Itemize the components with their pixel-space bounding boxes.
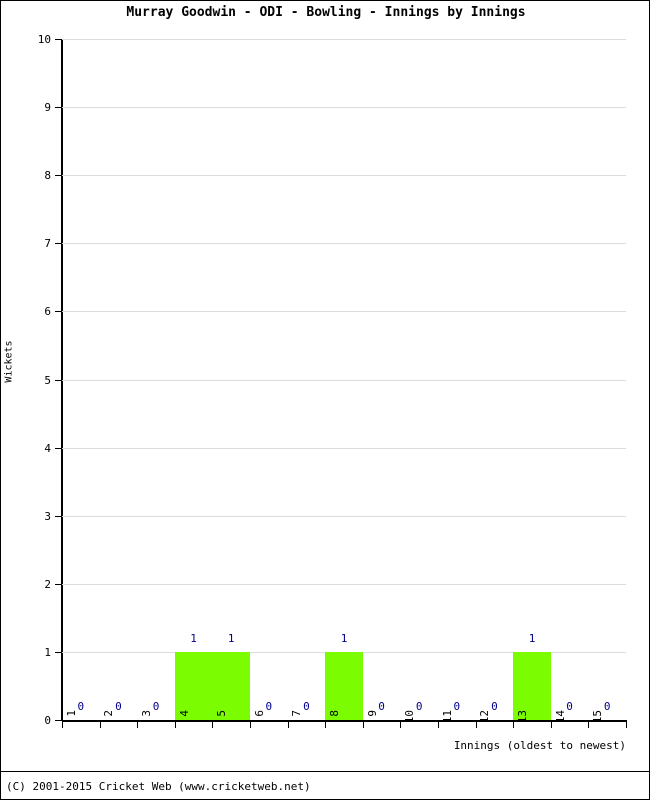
y-tick-mark — [55, 720, 62, 721]
y-tick-mark — [55, 379, 62, 381]
gridline — [62, 175, 626, 177]
plot-area: 000110010000100 — [62, 39, 626, 720]
x-tick-mark — [287, 722, 289, 728]
y-tick-mark — [55, 651, 62, 653]
x-tick-mark — [513, 722, 515, 728]
x-tick-mark — [588, 722, 590, 728]
gridlines — [62, 39, 626, 720]
y-tick-label: 1 — [44, 645, 51, 659]
footer-separator — [1, 771, 649, 772]
x-tick-mark — [362, 722, 364, 728]
y-tick-label: 9 — [44, 101, 51, 115]
x-tick-label: 3 — [140, 710, 153, 717]
x-tick-mark — [174, 722, 176, 728]
y-tick-label: 5 — [44, 373, 51, 387]
x-tick-label: 7 — [290, 710, 304, 717]
y-tick-label: 8 — [44, 169, 51, 183]
y-tick-mark — [55, 175, 62, 177]
gridline — [62, 447, 626, 449]
x-tick-mark — [137, 722, 139, 728]
x-tick-mark — [62, 722, 63, 728]
y-tick-label: 10 — [37, 33, 51, 46]
y-tick-label: 3 — [44, 509, 51, 523]
chart-title: Murray Goodwin - ODI - Bowling - Innings… — [126, 5, 526, 20]
x-tick-mark — [438, 722, 439, 728]
bar-value-label: 1 — [528, 631, 536, 645]
x-tick-label: 1 — [64, 710, 78, 717]
x-axis-title: Innings (oldest to newest) — [453, 739, 626, 752]
x-tick-mark — [325, 722, 327, 728]
y-tick-label: 4 — [44, 441, 51, 455]
footer-copyright: (C) 2001-2015 Cricket Web (www.cricketwe… — [6, 780, 311, 793]
gridline — [62, 379, 626, 381]
y-tick-label: 6 — [44, 305, 51, 319]
x-tick-mark — [475, 722, 477, 728]
x-tick-label: 4 — [177, 710, 191, 717]
y-tick-label: 7 — [44, 237, 51, 251]
bar-value-label: 1 — [190, 631, 197, 645]
x-tick-label: 2 — [102, 710, 116, 717]
bar-value-label: 1 — [227, 631, 235, 645]
y-tick-mark — [55, 515, 62, 517]
y-tick-mark — [55, 583, 62, 585]
x-tick-mark — [400, 722, 402, 728]
y-tick-mark — [55, 243, 62, 245]
gridline — [62, 107, 626, 109]
x-tick-label: 5 — [215, 710, 229, 717]
chart-container: Murray Goodwin - ODI - Bowling - Innings… — [0, 0, 650, 800]
x-tick-mark — [626, 722, 627, 728]
gridline — [62, 311, 626, 313]
y-tick-mark — [55, 107, 62, 109]
x-tick-label: 6 — [252, 710, 266, 717]
y-tick-mark — [55, 39, 62, 40]
gridline — [62, 583, 626, 585]
y-tick-mark — [55, 447, 62, 449]
x-tick-mark — [99, 722, 101, 728]
y-tick-label: 0 — [44, 714, 51, 727]
x-tick-mark — [550, 722, 552, 728]
y-tick-mark — [55, 311, 62, 313]
y-tick-label: 2 — [44, 577, 51, 591]
gridline — [62, 39, 626, 40]
gridline — [62, 243, 626, 245]
x-tick-mark — [250, 722, 251, 728]
gridline — [62, 515, 626, 517]
x-tick-mark — [212, 722, 214, 728]
bar-value-label: 1 — [340, 631, 348, 645]
